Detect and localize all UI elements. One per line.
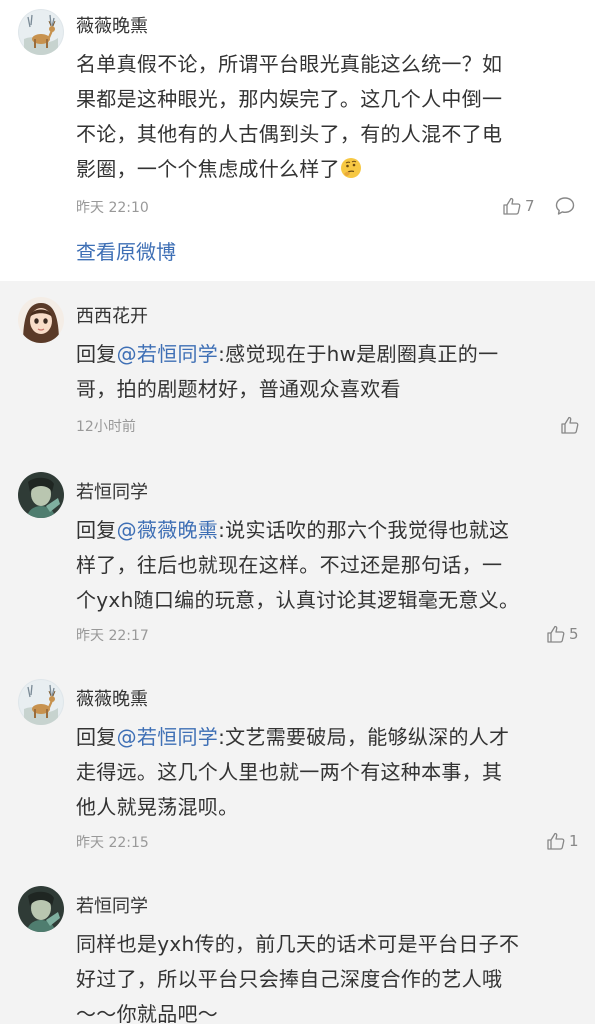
reply-text-line: 样了，往后也就现在这样。不过还是那句话，一 — [76, 553, 503, 577]
reply-text-line: 哥，拍的剧题材好，普通观众喜欢看 — [76, 377, 401, 401]
like-count: 5 — [569, 625, 579, 643]
reply-text-line: 回复@若恒同学:感觉现在于hw是剧圈真正的一 — [76, 337, 576, 372]
reply-prefix: 回复 — [76, 518, 117, 542]
reply-username[interactable]: 西西花开 — [76, 302, 148, 328]
mention-link[interactable]: @薇薇晚熏 — [117, 518, 219, 542]
reply-text-fragment: :文艺需要破局，能够纵深的人才 — [218, 725, 510, 749]
avatar[interactable] — [18, 9, 64, 55]
avatar[interactable] — [18, 679, 64, 725]
thumbs-up-icon — [547, 625, 565, 643]
like-button[interactable]: 5 — [546, 623, 579, 645]
comment-username[interactable]: 薇薇晚熏 — [76, 12, 148, 38]
reply-text-line: 他人就晃荡混呗。 — [76, 795, 239, 819]
reply-username[interactable]: 若恒同学 — [76, 478, 148, 504]
reply-text: 回复@若恒同学:文艺需要破局，能够纵深的人才 走得远。这几个人里也就一两个有这种… — [76, 720, 576, 825]
mention-link[interactable]: @若恒同学 — [117, 342, 219, 366]
avatar-photo — [18, 472, 64, 518]
reply-prefix: 回复 — [76, 725, 117, 749]
reply-username[interactable]: 若恒同学 — [76, 892, 148, 918]
comment-text-line-last: 影圈，一个个焦虑成什么样了 — [76, 152, 576, 187]
like-count: 7 — [525, 197, 535, 215]
reply-text-line: 个yxh随口编的玩意，认真讨论其逻辑毫无意义。 — [76, 588, 520, 612]
thumbs-up-icon — [547, 832, 565, 850]
avatar-deer-illustration — [18, 679, 64, 725]
weibo-comment-thread: 薇薇晚熏 名单真假不论，所谓平台眼光真能这么统一？如 果都是这种眼光，那内娱完了… — [0, 0, 595, 1024]
reply-text-line: 回复@薇薇晚熏:说实话吹的那六个我觉得也就这 — [76, 513, 576, 548]
thumbs-up-icon — [561, 416, 579, 434]
avatar-anime-girl — [18, 297, 64, 343]
comment-bubble-icon[interactable] — [554, 195, 576, 217]
reply-text-line: 回复@若恒同学:文艺需要破局，能够纵深的人才 — [76, 720, 576, 755]
comment-text-line: 不论，其他有的人古偶到头了，有的人混不了电 — [76, 122, 503, 146]
thinking-face-emoji — [340, 158, 361, 178]
reply-timestamp: 12小时前 — [76, 419, 136, 435]
like-button[interactable]: 7 — [502, 195, 535, 217]
comment-text-line: 名单真假不论，所谓平台眼光真能这么统一？如 — [76, 52, 503, 76]
comment-text: 名单真假不论，所谓平台眼光真能这么统一？如 果都是这种眼光，那内娱完了。这几个人… — [76, 47, 576, 187]
reply-text-line: 好过了，所以平台只会捧自己深度合作的艺人哦 — [76, 967, 503, 991]
reply-text-line: 同样也是yxh传的，前几天的话术可是平台日子不 — [76, 932, 520, 956]
reply-timestamp: 昨天 22:15 — [76, 835, 149, 851]
avatar[interactable] — [18, 472, 64, 518]
avatar-deer-illustration — [18, 9, 64, 55]
like-count: 1 — [569, 832, 579, 850]
main-comment: 薇薇晚熏 名单真假不论，所谓平台眼光真能这么统一？如 果都是这种眼光，那内娱完了… — [0, 0, 595, 281]
reply-list: 西西花开 回复@若恒同学:感觉现在于hw是剧圈真正的一 哥，拍的剧题材好，普通观… — [0, 281, 595, 1024]
comment-text-line: 果都是这种眼光，那内娱完了。这几个人中倒一 — [76, 87, 503, 111]
comment-timestamp: 昨天 22:10 — [76, 200, 149, 216]
avatar[interactable] — [18, 886, 64, 932]
avatar[interactable] — [18, 297, 64, 343]
reply-text-fragment: :感觉现在于hw是剧圈真正的一 — [218, 342, 499, 366]
reply-prefix: 回复 — [76, 342, 117, 366]
reply-timestamp: 昨天 22:17 — [76, 628, 149, 644]
reply-text-line: 走得远。这几个人里也就一两个有这种本事，其 — [76, 760, 503, 784]
reply-text: 同样也是yxh传的，前几天的话术可是平台日子不 好过了，所以平台只会捧自己深度合… — [76, 927, 576, 1024]
like-button[interactable]: 1 — [546, 830, 579, 852]
avatar-photo — [18, 886, 64, 932]
like-button[interactable] — [560, 414, 580, 436]
reply-username[interactable]: 薇薇晚熏 — [76, 685, 148, 711]
thumbs-up-icon — [503, 197, 521, 215]
reply-text: 回复@若恒同学:感觉现在于hw是剧圈真正的一 哥，拍的剧题材好，普通观众喜欢看 — [76, 337, 576, 407]
view-original-weibo-link[interactable]: 查看原微博 — [76, 236, 176, 265]
reply-text: 回复@薇薇晚熏:说实话吹的那六个我觉得也就这 样了，往后也就现在这样。不过还是那… — [76, 513, 576, 618]
reply-text-fragment: :说实话吹的那六个我觉得也就这 — [218, 518, 510, 542]
comment-text-fragment: 影圈，一个个焦虑成什么样了 — [76, 157, 340, 181]
mention-link[interactable]: @若恒同学 — [117, 725, 219, 749]
reply-text-line: ～～你就品吧～ — [76, 1002, 219, 1024]
